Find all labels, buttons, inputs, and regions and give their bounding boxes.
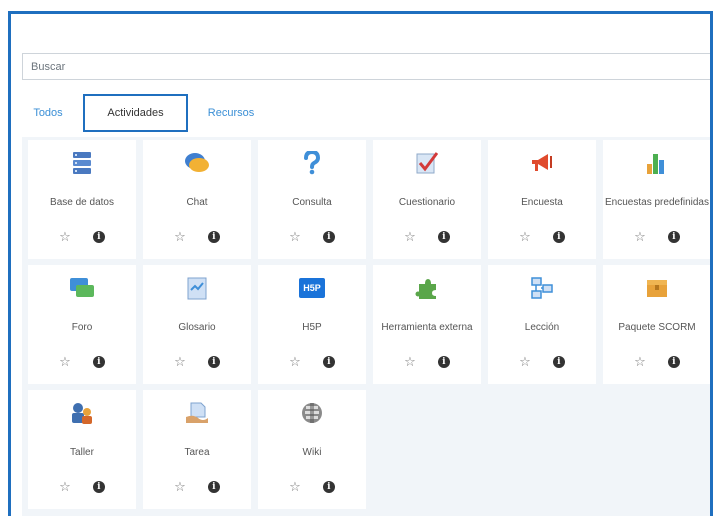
tile-label: Herramienta externa (381, 321, 473, 333)
tile-label: Tarea (184, 446, 210, 458)
tile-label: Encuesta (521, 196, 563, 208)
info-icon[interactable]: i (437, 231, 450, 243)
info-icon[interactable]: i (92, 231, 105, 243)
puzzle-icon (414, 275, 440, 301)
tile-h5p[interactable]: H5P H5P ☆ i (258, 265, 366, 384)
tile-label: Base de datos (50, 196, 114, 208)
info-icon[interactable]: i (552, 356, 565, 368)
star-icon[interactable]: ☆ (174, 355, 186, 369)
tile-herramienta-externa[interactable]: Herramienta externa ☆ i (373, 265, 481, 384)
tile-label: Encuestas predefinidas (605, 196, 709, 208)
star-icon[interactable]: ☆ (519, 355, 531, 369)
scorm-package-icon (644, 275, 670, 301)
tile-foro[interactable]: Foro ☆ i (28, 265, 136, 384)
info-icon[interactable]: i (667, 231, 680, 243)
activity-grid: Base de datos ☆ i Chat ☆ i Consulta ☆ i … (22, 137, 710, 516)
lesson-icon (529, 275, 555, 301)
tab-actividades[interactable]: Actividades (83, 94, 188, 132)
activity-chooser: Todos Actividades Recursos Base de datos… (8, 11, 713, 516)
tile-label: Paquete SCORM (618, 321, 696, 333)
tile-label: Consulta (292, 196, 332, 208)
tile-label: Lección (524, 321, 560, 333)
h5p-icon: H5P (299, 275, 325, 301)
tile-taller[interactable]: Taller ☆ i (28, 390, 136, 509)
h5p-logo: H5P (299, 278, 325, 298)
tile-base-de-datos[interactable]: Base de datos ☆ i (28, 140, 136, 259)
tile-tarea[interactable]: Tarea ☆ i (143, 390, 251, 509)
tile-consulta[interactable]: Consulta ☆ i (258, 140, 366, 259)
star-icon[interactable]: ☆ (289, 355, 301, 369)
info-icon[interactable]: i (667, 356, 680, 368)
tile-encuesta[interactable]: Encuesta ☆ i (488, 140, 596, 259)
star-icon[interactable]: ☆ (634, 355, 646, 369)
tile-label: Taller (70, 446, 94, 458)
question-icon (299, 150, 325, 176)
tile-label: Glosario (178, 321, 216, 333)
tile-label: Foro (71, 321, 93, 333)
info-icon[interactable]: i (552, 231, 565, 243)
tile-paquete-scorm[interactable]: Paquete SCORM ☆ i (603, 265, 710, 384)
info-icon[interactable]: i (92, 356, 105, 368)
wiki-icon (299, 400, 325, 426)
workshop-icon (69, 400, 95, 426)
tile-label: H5P (302, 321, 322, 333)
star-icon[interactable]: ☆ (59, 480, 71, 494)
quiz-icon (414, 150, 440, 176)
glossary-icon (184, 275, 210, 301)
info-icon[interactable]: i (92, 481, 105, 493)
tab-recursos[interactable]: Recursos (196, 94, 266, 132)
star-icon[interactable]: ☆ (59, 355, 71, 369)
database-icon (69, 150, 95, 176)
tile-label: Wiki (302, 446, 322, 458)
tab-bar: Todos Actividades Recursos (22, 91, 710, 134)
star-icon[interactable]: ☆ (634, 230, 646, 244)
info-icon[interactable]: i (207, 481, 220, 493)
tile-encuestas-predefinidas[interactable]: Encuestas predefinidas ☆ i (603, 140, 710, 259)
star-icon[interactable]: ☆ (404, 355, 416, 369)
star-icon[interactable]: ☆ (289, 230, 301, 244)
info-icon[interactable]: i (437, 356, 450, 368)
chat-icon (184, 150, 210, 176)
star-icon[interactable]: ☆ (404, 230, 416, 244)
search-input[interactable] (22, 53, 710, 80)
info-icon[interactable]: i (322, 231, 335, 243)
assignment-icon (184, 400, 210, 426)
tile-leccion[interactable]: Lección ☆ i (488, 265, 596, 384)
star-icon[interactable]: ☆ (289, 480, 301, 494)
tile-cuestionario[interactable]: Cuestionario ☆ i (373, 140, 481, 259)
tile-label: Chat (186, 196, 208, 208)
star-icon[interactable]: ☆ (174, 480, 186, 494)
tile-label: Cuestionario (398, 196, 456, 208)
megaphone-icon (529, 150, 555, 176)
info-icon[interactable]: i (322, 481, 335, 493)
info-icon[interactable]: i (322, 356, 335, 368)
info-icon[interactable]: i (207, 356, 220, 368)
star-icon[interactable]: ☆ (174, 230, 186, 244)
tab-todos[interactable]: Todos (22, 94, 74, 132)
tile-glosario[interactable]: Glosario ☆ i (143, 265, 251, 384)
tile-wiki[interactable]: Wiki ☆ i (258, 390, 366, 509)
forum-icon (69, 275, 95, 301)
star-icon[interactable]: ☆ (519, 230, 531, 244)
tile-chat[interactable]: Chat ☆ i (143, 140, 251, 259)
info-icon[interactable]: i (207, 231, 220, 243)
star-icon[interactable]: ☆ (59, 230, 71, 244)
bar-chart-icon (644, 150, 670, 176)
